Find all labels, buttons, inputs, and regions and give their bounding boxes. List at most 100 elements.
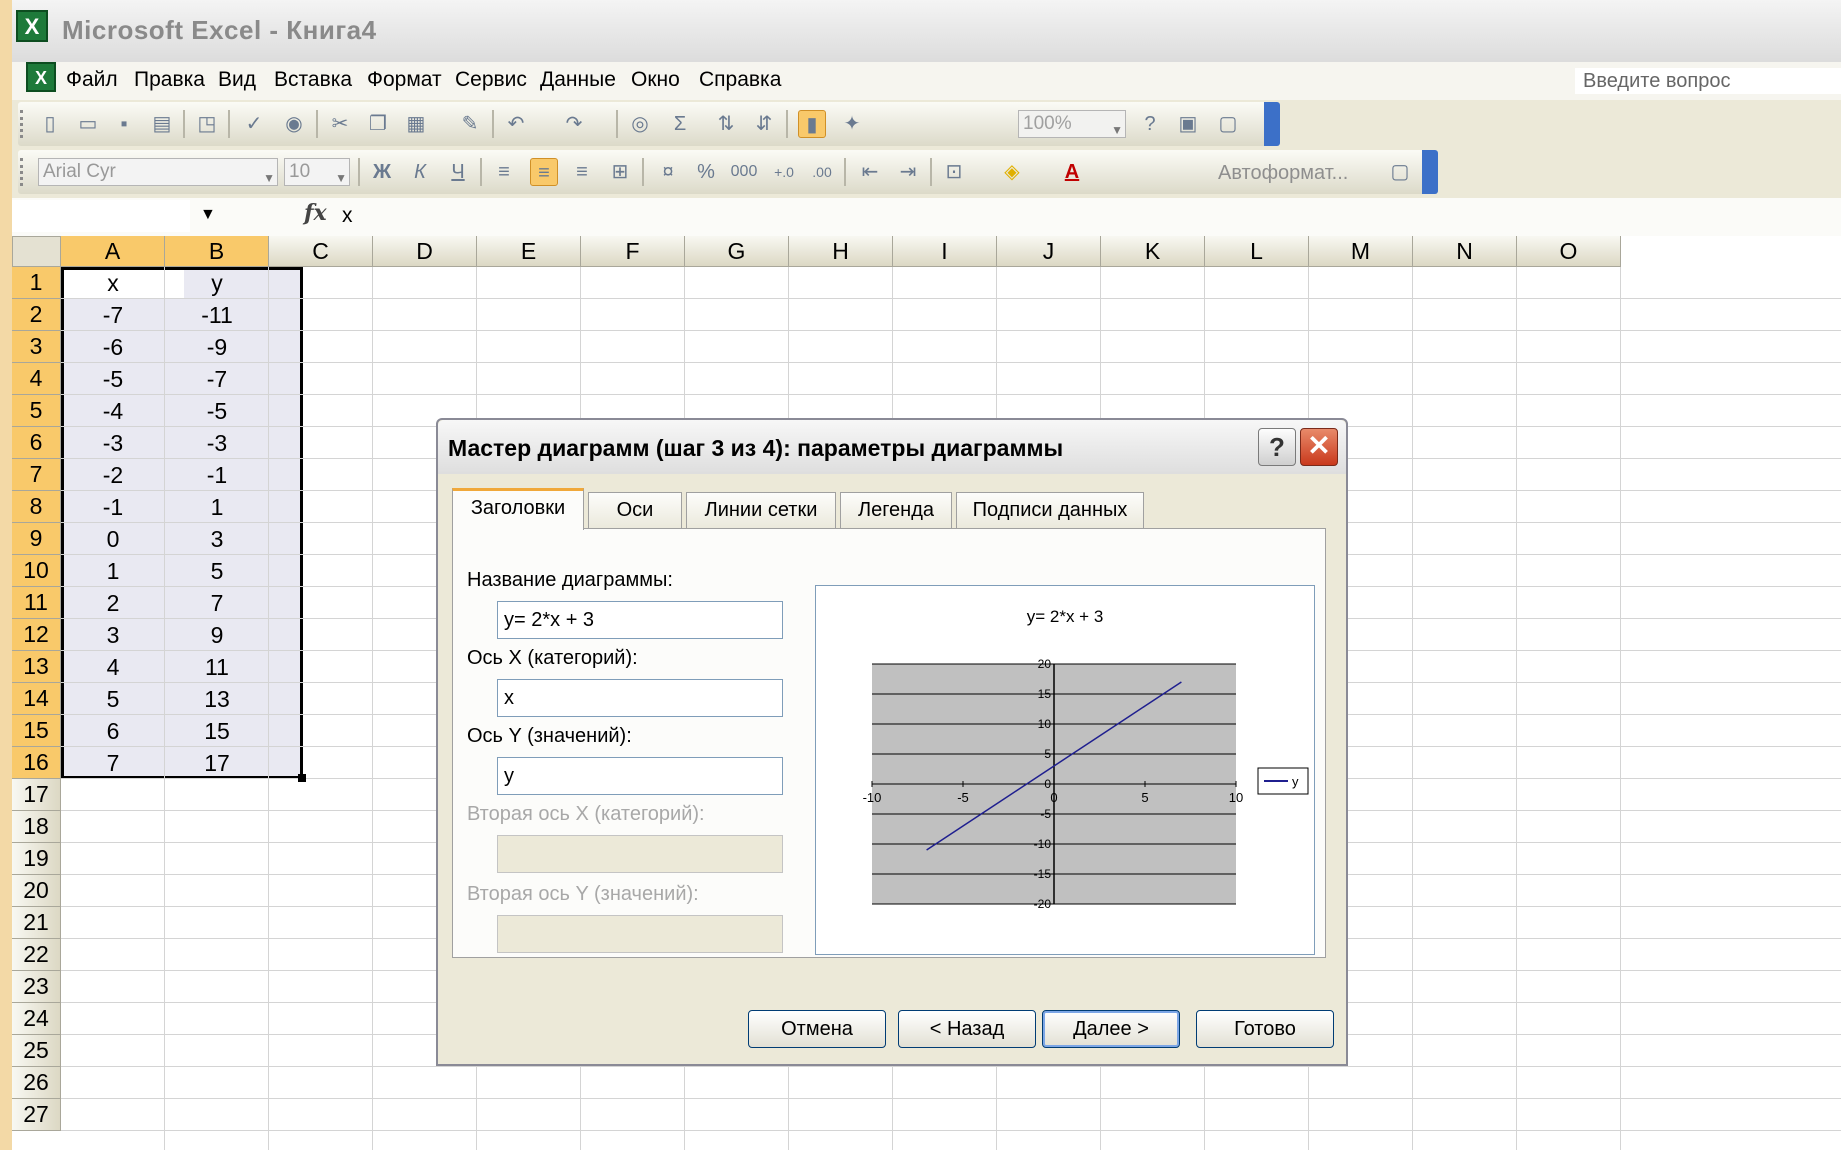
open-icon[interactable]: ▭ [74, 110, 102, 138]
y-axis-input[interactable]: y [497, 757, 783, 795]
row-header-27[interactable]: 27 [12, 1099, 61, 1131]
cell-b15[interactable]: 15 [165, 715, 269, 747]
menu-file[interactable]: Файл [66, 68, 118, 92]
autosum-icon[interactable]: Σ [666, 110, 694, 138]
increase-decimal-icon[interactable]: +.0 [770, 158, 798, 186]
cancel-button[interactable]: Отмена [748, 1010, 886, 1048]
cell-b14[interactable]: 13 [165, 683, 269, 715]
workbook-icon[interactable]: X [26, 62, 56, 92]
redo-icon[interactable]: ↷ [560, 110, 588, 138]
menu-tools[interactable]: Сервис [455, 68, 527, 92]
tab-gridlines[interactable]: Линии сетки [686, 492, 836, 528]
toolbar-grip[interactable] [20, 110, 27, 138]
print-preview-icon[interactable]: ◳ [193, 110, 221, 138]
chart-title-input[interactable]: y= 2*x + 3 [497, 601, 783, 639]
cell-b5[interactable]: -5 [165, 395, 269, 427]
paste-icon[interactable]: ▦ [402, 110, 430, 138]
cell-b11[interactable]: 7 [165, 587, 269, 619]
column-header-e[interactable]: E [477, 236, 581, 267]
help-icon[interactable]: ? [1136, 110, 1164, 138]
column-header-g[interactable]: G [685, 236, 789, 267]
italic-icon[interactable]: К [406, 158, 434, 186]
column-header-c[interactable]: C [269, 236, 373, 267]
menu-window[interactable]: Окно [631, 68, 680, 92]
toolbar-grip[interactable] [20, 158, 27, 186]
next-button[interactable]: Далее > [1042, 1010, 1180, 1048]
column-header-h[interactable]: H [789, 236, 893, 267]
row-header-9[interactable]: 9 [12, 523, 61, 555]
cell-a13[interactable]: 4 [61, 651, 165, 683]
cell-b4[interactable]: -7 [165, 363, 269, 395]
cell-a5[interactable]: -4 [61, 395, 165, 427]
column-header-f[interactable]: F [581, 236, 685, 267]
thousands-icon[interactable]: 000 [730, 158, 758, 186]
row-header-12[interactable]: 12 [12, 619, 61, 651]
extra-tool-icon[interactable]: ▣ [1174, 110, 1202, 138]
cell-b6[interactable]: -3 [165, 427, 269, 459]
decrease-decimal-icon[interactable]: .00 [808, 158, 836, 186]
row-header-4[interactable]: 4 [12, 363, 61, 395]
row-header-5[interactable]: 5 [12, 395, 61, 427]
column-header-m[interactable]: M [1309, 236, 1413, 267]
row-header-8[interactable]: 8 [12, 491, 61, 523]
copy-icon[interactable]: ❐ [364, 110, 392, 138]
cell-b16[interactable]: 17 [165, 747, 269, 779]
menu-edit[interactable]: Правка [134, 68, 205, 92]
bold-icon[interactable]: Ж [368, 158, 396, 186]
autoformat-button[interactable]: Автоформат... [1218, 162, 1348, 185]
chevron-down-icon[interactable]: ▼ [200, 206, 216, 224]
tab-legend[interactable]: Легенда [840, 492, 952, 528]
merge-center-icon[interactable]: ⊞ [606, 158, 634, 186]
row-header-25[interactable]: 25 [12, 1035, 61, 1067]
extra-tool-icon-2[interactable]: ▢ [1214, 110, 1242, 138]
toolbar-options[interactable] [1422, 150, 1438, 194]
cell-a7[interactable]: -2 [61, 459, 165, 491]
tab-titles[interactable]: Заголовки [452, 488, 584, 530]
cell-b7[interactable]: -1 [165, 459, 269, 491]
font-size-select[interactable]: 10 ▼ [284, 158, 350, 186]
cell-b2[interactable]: -11 [165, 299, 269, 331]
tab-data-labels[interactable]: Подписи данных [956, 492, 1144, 528]
ask-question-box[interactable]: Введите вопрос [1575, 68, 1841, 94]
x-axis-input[interactable]: x [497, 679, 783, 717]
spelling-icon[interactable]: ✓ [240, 110, 268, 138]
fx-icon[interactable]: fx [304, 200, 327, 226]
cell-b10[interactable]: 5 [165, 555, 269, 587]
extra-format-icon[interactable]: ▢ [1386, 158, 1414, 186]
column-header-i[interactable]: I [893, 236, 997, 267]
row-header-6[interactable]: 6 [12, 427, 61, 459]
cell-a14[interactable]: 5 [61, 683, 165, 715]
menu-data[interactable]: Данные [540, 68, 616, 92]
cell-a2[interactable]: -7 [61, 299, 165, 331]
formula-input[interactable]: x [342, 204, 353, 228]
column-header-o[interactable]: O [1517, 236, 1621, 267]
finish-button[interactable]: Готово [1196, 1010, 1334, 1048]
column-header-b[interactable]: B [165, 236, 269, 267]
cell-b13[interactable]: 11 [165, 651, 269, 683]
cell-a4[interactable]: -5 [61, 363, 165, 395]
percent-icon[interactable]: % [692, 158, 720, 186]
print-icon[interactable]: ▤ [148, 110, 176, 138]
cut-icon[interactable]: ✂ [326, 110, 354, 138]
cell-a9[interactable]: 0 [61, 523, 165, 555]
row-header-20[interactable]: 20 [12, 875, 61, 907]
sort-descending-icon[interactable]: ⇵ [750, 110, 778, 138]
currency-icon[interactable]: ¤ [654, 158, 682, 186]
select-all-corner[interactable] [12, 236, 61, 267]
cell-a3[interactable]: -6 [61, 331, 165, 363]
cell-b12[interactable]: 9 [165, 619, 269, 651]
hyperlink-icon[interactable]: ◎ [626, 110, 654, 138]
drawing-icon[interactable]: ✦ [838, 110, 866, 138]
fill-handle[interactable] [298, 774, 306, 782]
decrease-indent-icon[interactable]: ⇤ [856, 158, 884, 186]
save-icon[interactable]: ▪ [110, 110, 138, 138]
cell-a16[interactable]: 7 [61, 747, 165, 779]
row-header-1[interactable]: 1 [12, 267, 61, 299]
font-name-select[interactable]: Arial Cyr ▼ [38, 158, 278, 186]
fill-color-icon[interactable]: ◈ [998, 158, 1026, 186]
font-color-icon[interactable]: A [1058, 158, 1086, 186]
row-header-17[interactable]: 17 [12, 779, 61, 811]
row-header-13[interactable]: 13 [12, 651, 61, 683]
menu-help[interactable]: Справка [699, 68, 781, 92]
row-header-16[interactable]: 16 [12, 747, 61, 779]
